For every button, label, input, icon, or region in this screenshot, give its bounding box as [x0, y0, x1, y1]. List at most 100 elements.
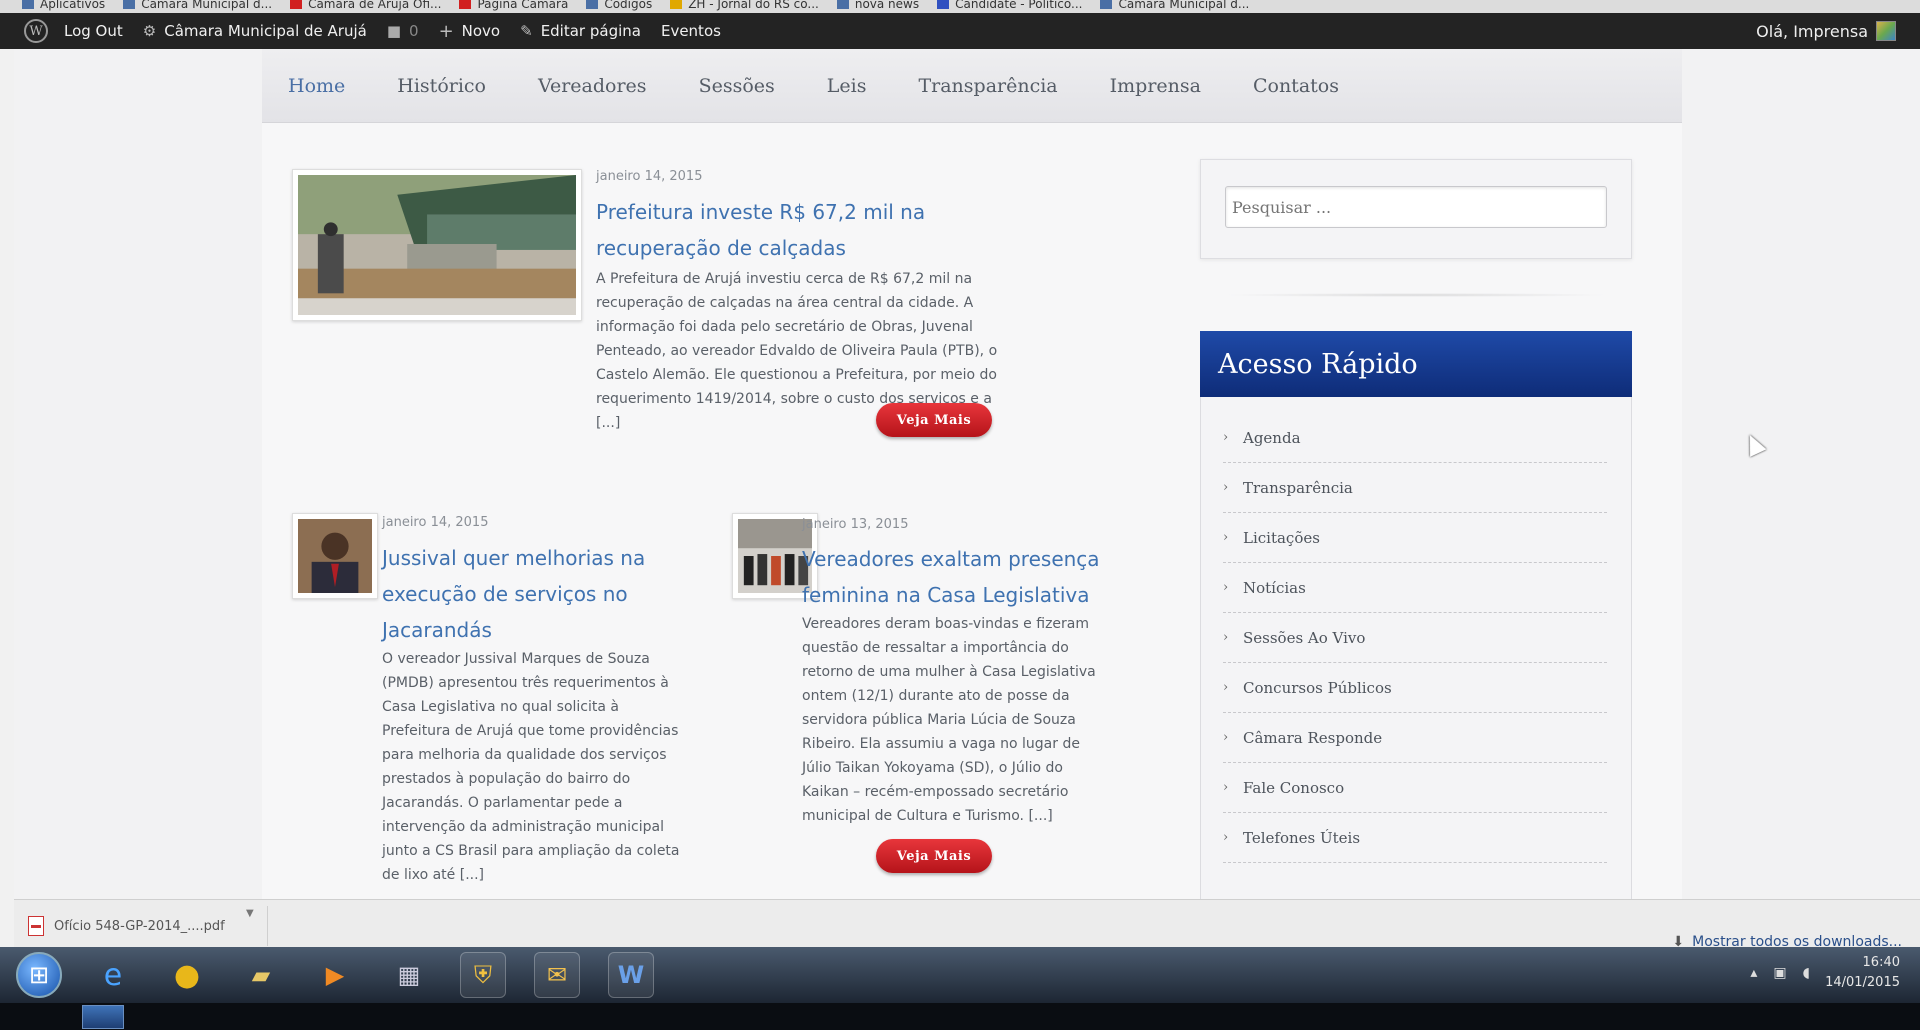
- post3-date: janeiro 13, 2015: [802, 517, 909, 532]
- internet-explorer-icon: e: [103, 957, 123, 993]
- page-icon: [586, 0, 599, 9]
- greeting-label: Olá, Imprensa: [1756, 21, 1868, 41]
- post3-title[interactable]: Vereadores exaltam presença feminina na …: [802, 541, 1102, 613]
- comments-link[interactable]: ■ 0: [387, 22, 419, 40]
- quick-access-item[interactable]: › Telefones Úteis: [1223, 813, 1607, 863]
- download-menu-caret-icon[interactable]: ▼: [246, 908, 254, 919]
- download-filename: Ofício 548-GP-2014_....pdf: [54, 918, 225, 934]
- start-button[interactable]: ⊞: [16, 952, 62, 998]
- mail-icon: ✉: [546, 961, 568, 989]
- quick-access-item[interactable]: › Sessões Ao Vivo: [1223, 613, 1607, 663]
- nav-item-7[interactable]: Contatos: [1253, 75, 1339, 97]
- nav-item-4[interactable]: Leis: [827, 75, 867, 97]
- search-input[interactable]: [1225, 186, 1607, 228]
- system-clock[interactable]: 16:40 14/01/2015: [1825, 953, 1900, 993]
- page-icon: [123, 0, 136, 9]
- quick-access-title: Acesso Rápido: [1200, 331, 1632, 397]
- bookmark-item[interactable]: Candidate - Político...: [937, 0, 1082, 13]
- events-label: Eventos: [660, 22, 721, 40]
- featured-post-thumbnail[interactable]: [292, 169, 582, 321]
- main-navigation: Home Histórico Vereadores Sessões Leis Transp…: [262, 49, 1682, 123]
- quick-access-label: Transparência: [1243, 478, 1353, 497]
- nav-item-2[interactable]: Vereadores: [538, 75, 647, 97]
- pdf-file-icon: [28, 916, 44, 936]
- account-menu[interactable]: Olá, Imprensa: [1756, 13, 1896, 49]
- site-name-label: Câmara Municipal de Arujá: [164, 22, 367, 40]
- chevron-right-icon: ›: [1223, 730, 1229, 745]
- dashboard-icon: ⚙: [142, 22, 157, 40]
- post2-excerpt: O vereador Jussival Marques de Souza (PM…: [382, 651, 680, 883]
- bookmark-item[interactable]: Aplicativos: [22, 0, 105, 13]
- network-icon[interactable]: ▣: [1773, 965, 1786, 981]
- bookmark-label: nova news: [854, 0, 920, 11]
- download-item[interactable]: Ofício 548-GP-2014_....pdf: [28, 906, 268, 946]
- quick-access-label: Telefones Úteis: [1243, 828, 1361, 847]
- post2-date: janeiro 14, 2015: [382, 515, 489, 530]
- featured-post-date: janeiro 14, 2015: [596, 169, 703, 184]
- quick-access-label: Sessões Ao Vivo: [1243, 628, 1366, 647]
- chevron-right-icon: ›: [1223, 780, 1229, 795]
- bookmark-item[interactable]: nova news: [836, 0, 920, 13]
- quick-access-item[interactable]: › Agenda: [1223, 413, 1607, 463]
- bookmark-label: Página Câmara: [477, 0, 569, 11]
- quick-access-item[interactable]: › Câmara Responde: [1223, 713, 1607, 763]
- security-button[interactable]: ⛨: [460, 952, 506, 998]
- new-content-link[interactable]: + Novo: [439, 21, 501, 42]
- edit-page-link[interactable]: ✎ Editar página: [520, 22, 641, 40]
- post3-excerpt: Vereadores deram boas-vindas e fizeram q…: [802, 616, 1096, 824]
- word-icon: W: [617, 961, 645, 989]
- quick-access-item[interactable]: › Transparência: [1223, 463, 1607, 513]
- system-tray: ▴ ▣ ◖: [1750, 965, 1810, 981]
- mail-button[interactable]: ✉: [534, 952, 580, 998]
- bookmark-label: Aplicativos: [40, 0, 106, 11]
- bookmark-item[interactable]: Códigos: [586, 0, 652, 13]
- featured-read-more-button[interactable]: Veja Mais: [876, 403, 992, 437]
- events-link[interactable]: Eventos: [661, 22, 721, 40]
- logout-link[interactable]: Log Out: [64, 22, 123, 40]
- calculator-button[interactable]: ▦: [386, 952, 432, 998]
- bookmark-item[interactable]: Câmara Municipal d...: [123, 0, 272, 13]
- bookmark-item[interactable]: Câmara Municipal d...: [1100, 0, 1249, 13]
- bookmark-item[interactable]: ZH - Jornal do RS co...: [670, 0, 819, 13]
- quick-access-label: Concursos Públicos: [1243, 678, 1392, 697]
- comments-count: 0: [409, 22, 419, 40]
- quick-access-list: › Agenda › Transparência › Licitações › Notícia…: [1223, 413, 1607, 863]
- bookmark-item[interactable]: Câmara de Arujá Ofi...: [290, 0, 441, 13]
- nav-item-1[interactable]: Histórico: [397, 75, 486, 97]
- quick-access-item[interactable]: › Licitações: [1223, 513, 1607, 563]
- nav-item-3[interactable]: Sessões: [699, 75, 775, 97]
- featured-post-title[interactable]: Prefeitura investe R$ 67,2 mil na recupe…: [596, 194, 986, 266]
- plus-icon: +: [438, 20, 454, 42]
- monitor-bottom-edge: [0, 1003, 1920, 1030]
- quick-access-item[interactable]: › Fale Conosco: [1223, 763, 1607, 813]
- chrome-icon: ●: [173, 957, 201, 993]
- post2-thumbnail[interactable]: [292, 513, 378, 599]
- post2-title[interactable]: Jussival quer melhorias na execução de s…: [382, 540, 672, 648]
- post3-read-more-button[interactable]: Veja Mais: [876, 839, 992, 873]
- word-button[interactable]: W: [608, 952, 654, 998]
- search-widget: [1200, 159, 1632, 259]
- bookmark-label: Códigos: [604, 0, 653, 11]
- site-name-link[interactable]: ⚙ Câmara Municipal de Arujá: [143, 22, 367, 40]
- internet-explorer-button[interactable]: e: [90, 952, 136, 998]
- quick-access-item[interactable]: › Notícias: [1223, 563, 1607, 613]
- pencil-icon: ✎: [520, 22, 533, 40]
- edit-label: Editar página: [540, 22, 641, 40]
- chrome-button[interactable]: ●: [164, 952, 210, 998]
- media-player-button[interactable]: ▶: [312, 952, 358, 998]
- tray-chevron-icon[interactable]: ▴: [1750, 965, 1757, 981]
- bookmark-item[interactable]: Página Câmara: [459, 0, 568, 13]
- browser-viewport: Home Histórico Vereadores Sessões Leis Transp…: [14, 49, 1920, 954]
- download-shelf: Ofício 548-GP-2014_....pdf ▼ ⬇ Mostrar t…: [14, 899, 1920, 953]
- wordpress-logo-icon[interactable]: W: [24, 19, 48, 43]
- quick-access-item[interactable]: › Concursos Públicos: [1223, 663, 1607, 713]
- comment-bubble-icon: ■: [386, 22, 402, 40]
- volume-icon[interactable]: ◖: [1803, 965, 1810, 981]
- nav-item-5[interactable]: Transparência: [918, 75, 1057, 97]
- avatar: [1876, 21, 1896, 41]
- nav-item-6[interactable]: Imprensa: [1110, 75, 1201, 97]
- nav-item-0[interactable]: Home: [288, 75, 345, 97]
- windows-taskbar: ⊞ e ● ▰ ▶ ▦ ⛨ ✉ W ▴ ▣ ◖ 16:40 14/01/2015: [0, 947, 1920, 1003]
- file-explorer-button[interactable]: ▰: [238, 952, 284, 998]
- youtube-icon: [290, 0, 303, 9]
